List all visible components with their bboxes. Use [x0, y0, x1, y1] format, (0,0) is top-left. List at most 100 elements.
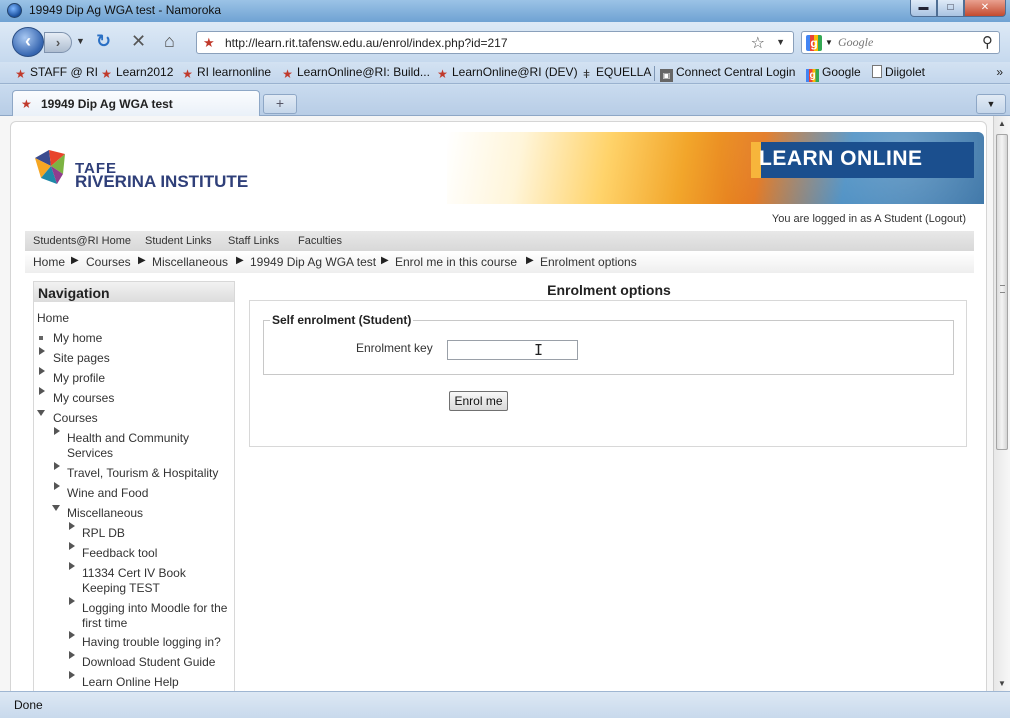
enrol-me-button[interactable]: Enrol me [449, 391, 508, 411]
content-viewport: TAFE RIVERINA INSTITUTE LEARN ONLINE You… [0, 116, 1010, 691]
expand-arrow-icon[interactable] [69, 562, 75, 570]
expand-arrow-icon[interactable] [69, 651, 75, 659]
logo-text-institute: RIVERINA INSTITUTE [75, 172, 249, 191]
search-input[interactable] [838, 34, 973, 51]
collapse-arrow-icon[interactable] [52, 505, 60, 511]
nav-learn-online-help[interactable]: Learn Online Help [82, 675, 179, 689]
bookmark-google[interactable]: g Google [806, 65, 861, 82]
nav-category-health[interactable]: Health and Community Services [67, 431, 217, 461]
history-dropdown-icon[interactable]: ▼ [76, 36, 85, 46]
expand-arrow-icon[interactable] [54, 482, 60, 490]
navigation-header: Navigation [34, 281, 234, 302]
enrolment-key-label: Enrolment key [356, 341, 433, 355]
breadcrumb-courses[interactable]: Courses [86, 255, 131, 269]
vertical-scrollbar[interactable]: ▲ ▼ [993, 116, 1010, 691]
google-engine-icon[interactable]: g [806, 35, 822, 51]
enrolment-key-input[interactable] [447, 340, 578, 360]
tab-strip: ★ 19949 Dip Ag WGA test + ▼ [0, 85, 1010, 117]
menu-students-home[interactable]: Students@RI Home [33, 235, 131, 247]
menu-staff-links[interactable]: Staff Links [228, 235, 279, 247]
collapse-arrow-icon[interactable] [37, 410, 45, 416]
expand-arrow-icon[interactable] [69, 597, 75, 605]
expand-arrow-icon[interactable] [39, 387, 45, 395]
banner-title: LEARN ONLINE [759, 147, 923, 170]
tab-favicon-icon: ★ [21, 97, 32, 111]
bookmark-connect-central[interactable]: ▣ Connect Central Login [660, 65, 795, 82]
home-icon[interactable]: ⌂ [164, 31, 175, 51]
search-icon[interactable]: ⚲ [982, 33, 993, 51]
breadcrumb-enrol-me[interactable]: Enrol me in this course [395, 255, 517, 269]
logged-in-info[interactable]: You are logged in as A Student (Logout) [772, 213, 966, 225]
tab-list-button[interactable]: ▼ [976, 94, 1006, 114]
bookmark-staff[interactable]: ★ STAFF @ RI [14, 65, 98, 81]
breadcrumb-home[interactable]: Home [33, 255, 65, 269]
bookmark-diigolet[interactable]: Diigolet [872, 65, 925, 79]
address-bar[interactable]: ★ ☆ ▼ [196, 31, 794, 54]
breadcrumb-separator-icon: ▶ [71, 255, 79, 266]
expand-arrow-icon[interactable] [69, 671, 75, 679]
url-input[interactable] [225, 34, 725, 51]
scrollbar-thumb[interactable] [996, 134, 1008, 450]
nav-trouble-logging-in[interactable]: Having trouble logging in? [82, 635, 221, 649]
expand-arrow-icon[interactable] [54, 462, 60, 470]
navigation-toolbar: ‹ › ▼ ↻ ✕ ⌂ ★ ☆ ▼ g ▼ ⚲ [0, 22, 1010, 62]
site-favicon-icon: ★ [203, 35, 215, 50]
url-dropdown-icon[interactable]: ▼ [776, 37, 785, 47]
star-favicon-icon: ★ [182, 67, 193, 81]
engine-dropdown-icon[interactable]: ▼ [825, 38, 833, 47]
nav-logging-into-moodle[interactable]: Logging into Moodle for the first time [82, 601, 234, 631]
page-icon [872, 65, 882, 78]
scroll-grip-icon [1000, 285, 1005, 293]
self-enrolment-fieldset: Self enrolment (Student) Enrolment key I [263, 313, 954, 375]
expand-arrow-icon[interactable] [54, 427, 60, 435]
stop-icon[interactable]: ✕ [131, 31, 146, 51]
bookmark-star-icon[interactable]: ☆ [751, 33, 765, 53]
window-controls: ▬ □ ✕ [910, 0, 1006, 18]
tab-active[interactable]: ★ 19949 Dip Ag WGA test [12, 90, 260, 117]
breadcrumb-separator-icon: ▶ [381, 255, 389, 266]
back-button[interactable]: ‹ [12, 27, 44, 57]
connect-icon: ▣ [660, 69, 673, 82]
new-tab-button[interactable]: + [263, 94, 297, 114]
nav-my-home[interactable]: My home [53, 331, 102, 345]
nav-my-courses[interactable]: My courses [53, 391, 114, 405]
breadcrumb-miscellaneous[interactable]: Miscellaneous [152, 255, 228, 269]
nav-cert-iv[interactable]: 11334 Cert IV Book Keeping TEST [82, 566, 202, 596]
reload-icon[interactable]: ↻ [96, 31, 111, 51]
star-favicon-icon: ★ [282, 67, 293, 81]
bookmark-learnonline-build[interactable]: ★ LearnOnline@RI: Build... [281, 65, 430, 81]
nav-home[interactable]: Home [37, 311, 69, 325]
nav-category-wine[interactable]: Wine and Food [67, 486, 148, 500]
maximize-button[interactable]: □ [937, 0, 964, 17]
nav-category-travel[interactable]: Travel, Tourism & Hospitality [67, 466, 218, 480]
bookmark-learnonline-dev[interactable]: ★ LearnOnline@RI (DEV) [436, 65, 577, 81]
breadcrumb-course[interactable]: 19949 Dip Ag WGA test [250, 255, 376, 269]
scroll-up-arrow-icon[interactable]: ▲ [998, 119, 1006, 128]
bookmark-ri-learnonline[interactable]: ★ RI learnonline [181, 65, 271, 81]
nav-my-profile[interactable]: My profile [53, 371, 105, 385]
nav-student-guide[interactable]: Download Student Guide [82, 655, 215, 669]
scroll-down-arrow-icon[interactable]: ▼ [998, 679, 1006, 688]
menu-student-links[interactable]: Student Links [145, 235, 212, 247]
close-window-button[interactable]: ✕ [964, 0, 1006, 17]
bookmark-equella[interactable]: ǂ EQUELLA [580, 65, 651, 81]
bookmark-separator [654, 66, 655, 81]
minimize-button[interactable]: ▬ [910, 0, 937, 17]
nav-courses[interactable]: Courses [53, 411, 98, 425]
breadcrumb-enrolment-options: Enrolment options [540, 255, 637, 269]
breadcrumb-separator-icon: ▶ [526, 255, 534, 266]
expand-arrow-icon[interactable] [69, 542, 75, 550]
menu-faculties[interactable]: Faculties [298, 235, 342, 247]
nav-site-pages[interactable]: Site pages [53, 351, 110, 365]
forward-button[interactable]: › [44, 32, 72, 53]
nav-feedback-tool[interactable]: Feedback tool [82, 546, 157, 560]
expand-arrow-icon[interactable] [69, 522, 75, 530]
expand-arrow-icon[interactable] [69, 631, 75, 639]
more-bookmarks-icon[interactable]: » [996, 65, 1003, 79]
bookmark-learn2012[interactable]: ★ Learn2012 [100, 65, 173, 81]
nav-category-miscellaneous[interactable]: Miscellaneous [67, 506, 143, 520]
expand-arrow-icon[interactable] [39, 367, 45, 375]
nav-rpl-db[interactable]: RPL DB [82, 526, 125, 540]
search-bar[interactable]: g ▼ ⚲ [801, 31, 1000, 54]
expand-arrow-icon[interactable] [39, 347, 45, 355]
